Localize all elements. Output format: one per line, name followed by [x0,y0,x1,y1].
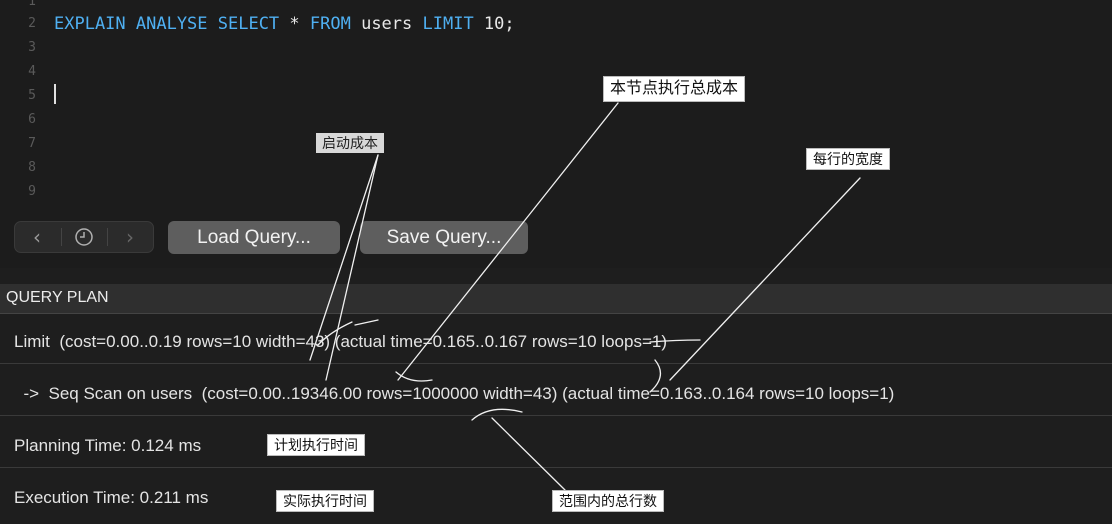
result-row[interactable]: -> Seq Scan on users (cost=0.00..19346.0… [0,372,1112,416]
line-number: 3 [28,40,36,55]
keyword-from: FROM [309,14,351,34]
line-number: 4 [28,64,36,79]
line-number: 9 [28,184,36,199]
annotation-row-width: 每行的宽度 [806,148,890,170]
line-number: 2 [28,16,36,31]
chevron-right-icon[interactable]: › [108,222,152,252]
results-header: QUERY PLAN [0,284,1112,314]
query-results: QUERY PLAN Limit (cost=0.00..0.19 rows=1… [0,268,1112,524]
keyword-explain-select: EXPLAIN ANALYSE SELECT [54,14,280,34]
line-number-gutter: 1 2 3 4 5 6 7 8 9 [0,0,44,208]
annotation-total-rows: 范围内的总行数 [552,490,664,512]
annotation-startup-cost: 启动成本 [316,133,384,153]
query-toolbar: ‹ › Load Query... Save Query... [0,208,1112,268]
result-row[interactable]: Planning Time: 0.124 ms [0,424,1112,468]
result-row[interactable]: Limit (cost=0.00..0.19 rows=10 width=43)… [0,320,1112,364]
clock-icon[interactable] [62,222,106,252]
annotation-planning-time: 计划执行时间 [267,434,365,456]
column-header-query-plan: QUERY PLAN [6,289,109,306]
plan-line: Limit (cost=0.00..0.19 rows=10 width=43)… [14,332,667,351]
plan-line: Planning Time: 0.124 ms [14,436,202,455]
annotation-actual-time: 实际执行时间 [276,490,374,512]
query-text[interactable]: EXPLAIN ANALYSE SELECT * FROM users LIMI… [54,12,515,36]
chevron-left-icon[interactable]: ‹ [15,222,59,252]
plan-line: Execution Time: 0.211 ms [14,488,209,507]
line-number: 5 [28,88,36,103]
save-query-button[interactable]: Save Query... [360,221,528,254]
plan-line: -> Seq Scan on users (cost=0.00..19346.0… [14,384,895,403]
limit-value: 10; [473,14,515,34]
table-name: users [350,14,423,34]
keyword-limit: LIMIT [422,14,474,34]
text-cursor [54,84,56,104]
line-number: 6 [28,112,36,127]
load-query-button[interactable]: Load Query... [168,221,340,254]
line-number: 7 [28,136,36,151]
history-navigation: ‹ › [14,221,154,253]
line-number: 8 [28,160,36,175]
sql-editor[interactable]: 1 2 3 4 5 6 7 8 9 EXPLAIN ANALYSE SELECT… [0,0,1112,208]
select-star: * [279,14,310,34]
annotation-total-cost: 本节点执行总成本 [603,76,746,102]
